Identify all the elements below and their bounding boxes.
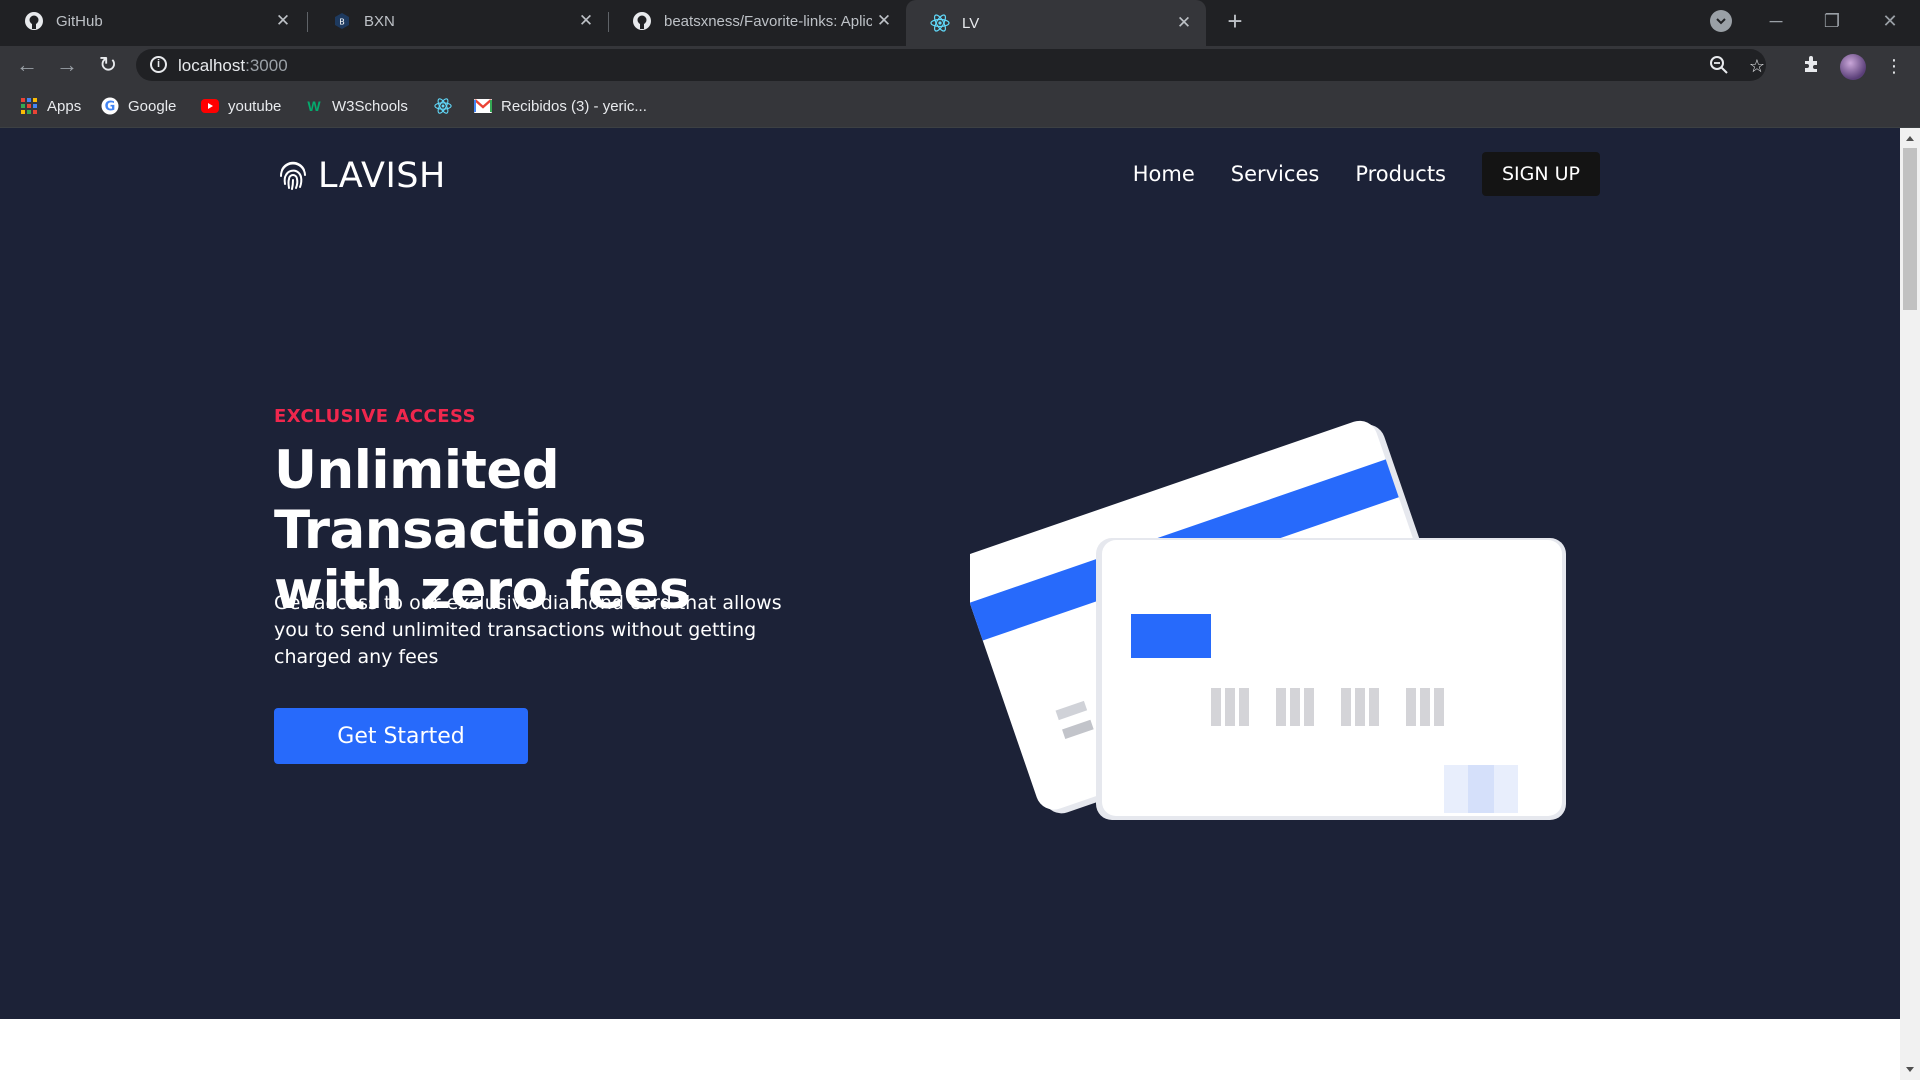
card-logo-mark bbox=[1444, 765, 1518, 813]
hero-eyebrow: EXCLUSIVE ACCESS bbox=[274, 406, 477, 427]
react-icon bbox=[434, 97, 452, 115]
bookmark-apps[interactable]: Apps bbox=[20, 96, 81, 116]
address-bar[interactable]: i localhost:3000 ☆ bbox=[136, 49, 1766, 81]
tab-lv[interactable]: LV ✕ bbox=[906, 0, 1206, 46]
sign-up-button[interactable]: SIGN UP bbox=[1482, 152, 1600, 196]
url-host: localhost bbox=[178, 56, 246, 75]
get-started-button[interactable]: Get Started bbox=[274, 708, 528, 764]
hero-description: Get access to our exclusive diamond card… bbox=[274, 592, 782, 668]
nav-products-link[interactable]: Products bbox=[1355, 162, 1446, 186]
tab-github[interactable]: GitHub ✕ bbox=[0, 0, 305, 42]
more-menu-icon[interactable]: ⋮ bbox=[1882, 54, 1906, 78]
page-scrollbar[interactable] bbox=[1900, 128, 1920, 1080]
page-viewport: LAVISH Home Services Products SIGN UP EX… bbox=[0, 128, 1900, 1080]
bookmark-youtube[interactable]: youtube bbox=[201, 96, 281, 116]
youtube-icon bbox=[201, 97, 219, 115]
restore-icon[interactable]: ❐ bbox=[1812, 6, 1852, 36]
nav-home-link[interactable]: Home bbox=[1133, 162, 1195, 186]
bookmark-label: youtube bbox=[228, 97, 282, 115]
github-icon bbox=[632, 11, 652, 31]
scroll-up-arrow-icon[interactable] bbox=[1906, 136, 1914, 141]
main-nav: Home Services Products SIGN UP bbox=[1097, 152, 1600, 196]
front-card-illustration bbox=[1096, 538, 1566, 820]
bookmark-google[interactable]: G Google bbox=[101, 96, 176, 116]
bxn-icon: B bbox=[332, 11, 352, 31]
forward-arrow-icon[interactable]: → bbox=[53, 51, 81, 79]
close-icon[interactable]: ✕ bbox=[872, 9, 896, 33]
close-icon[interactable]: ✕ bbox=[1172, 11, 1196, 35]
bookmark-label: Recibidos (3) - yeric... bbox=[501, 97, 647, 115]
scrollbar-thumb[interactable] bbox=[1903, 148, 1917, 310]
tab-title: LV bbox=[962, 14, 980, 32]
window-close-icon[interactable]: ✕ bbox=[1870, 6, 1910, 36]
profile-avatar[interactable] bbox=[1840, 54, 1866, 80]
scroll-down-arrow-icon[interactable] bbox=[1906, 1067, 1914, 1072]
browser-tab-strip: GitHub ✕ B BXN ✕ beatsxness/Favorite-lin… bbox=[0, 0, 1920, 46]
tab-search-chevron-icon[interactable] bbox=[1710, 10, 1732, 32]
reload-icon[interactable]: ↻ bbox=[94, 51, 122, 79]
github-icon bbox=[24, 11, 44, 31]
brand-logo[interactable]: LAVISH bbox=[278, 156, 446, 196]
bookmark-react[interactable] bbox=[434, 96, 461, 116]
bookmark-label: Apps bbox=[47, 97, 82, 115]
google-icon: G bbox=[101, 97, 119, 115]
react-icon bbox=[930, 13, 950, 33]
bookmark-star-icon[interactable]: ☆ bbox=[1746, 55, 1768, 77]
url-port: :3000 bbox=[245, 56, 288, 75]
close-icon[interactable]: ✕ bbox=[574, 9, 598, 33]
back-arrow-icon[interactable]: ← bbox=[13, 51, 41, 79]
bookmark-gmail[interactable]: Recibidos (3) - yeric... bbox=[474, 96, 647, 116]
close-icon[interactable]: ✕ bbox=[271, 9, 295, 33]
card-chip bbox=[1131, 614, 1211, 658]
svg-text:G: G bbox=[105, 100, 116, 115]
tab-title: GitHub bbox=[56, 12, 103, 30]
nav-services-link[interactable]: Services bbox=[1231, 162, 1320, 186]
extensions-puzzle-icon[interactable] bbox=[1800, 54, 1824, 78]
tab-title: BXN bbox=[364, 12, 395, 30]
hero-headline-line1: Unlimited Transactions bbox=[274, 440, 646, 561]
bookmark-label: Google bbox=[128, 97, 177, 115]
bookmark-label: W3Schools bbox=[332, 97, 408, 115]
hero-section: LAVISH Home Services Products SIGN UP EX… bbox=[0, 128, 1900, 1019]
bookmark-w3schools[interactable]: W W3Schools bbox=[305, 96, 408, 116]
site-info-icon[interactable]: i bbox=[150, 56, 167, 73]
fingerprint-icon bbox=[278, 158, 308, 195]
brand-name: LAVISH bbox=[318, 156, 446, 196]
new-tab-plus-icon[interactable]: + bbox=[1222, 8, 1248, 34]
tab-title: beatsxness/Favorite-links: Aplicac bbox=[664, 12, 872, 30]
gmail-icon bbox=[474, 97, 492, 115]
tab-bxn[interactable]: B BXN ✕ bbox=[308, 0, 608, 42]
zoom-icon[interactable] bbox=[1708, 55, 1730, 77]
w3schools-icon: W bbox=[307, 98, 321, 114]
address-url[interactable]: localhost:3000 bbox=[178, 56, 288, 76]
apps-grid-icon bbox=[20, 97, 38, 115]
svg-text:B: B bbox=[339, 18, 345, 27]
credit-cards-illustration bbox=[970, 420, 1566, 820]
tab-favorite-links[interactable]: beatsxness/Favorite-links: Aplicac ✕ bbox=[608, 0, 906, 42]
browser-toolbar: ← → ↻ i localhost:3000 ☆ ⋮ bbox=[0, 46, 1920, 84]
minimize-icon[interactable]: ─ bbox=[1756, 6, 1796, 36]
bookmarks-bar: Apps G Google youtube W W3Schools Recibi… bbox=[0, 84, 1920, 128]
